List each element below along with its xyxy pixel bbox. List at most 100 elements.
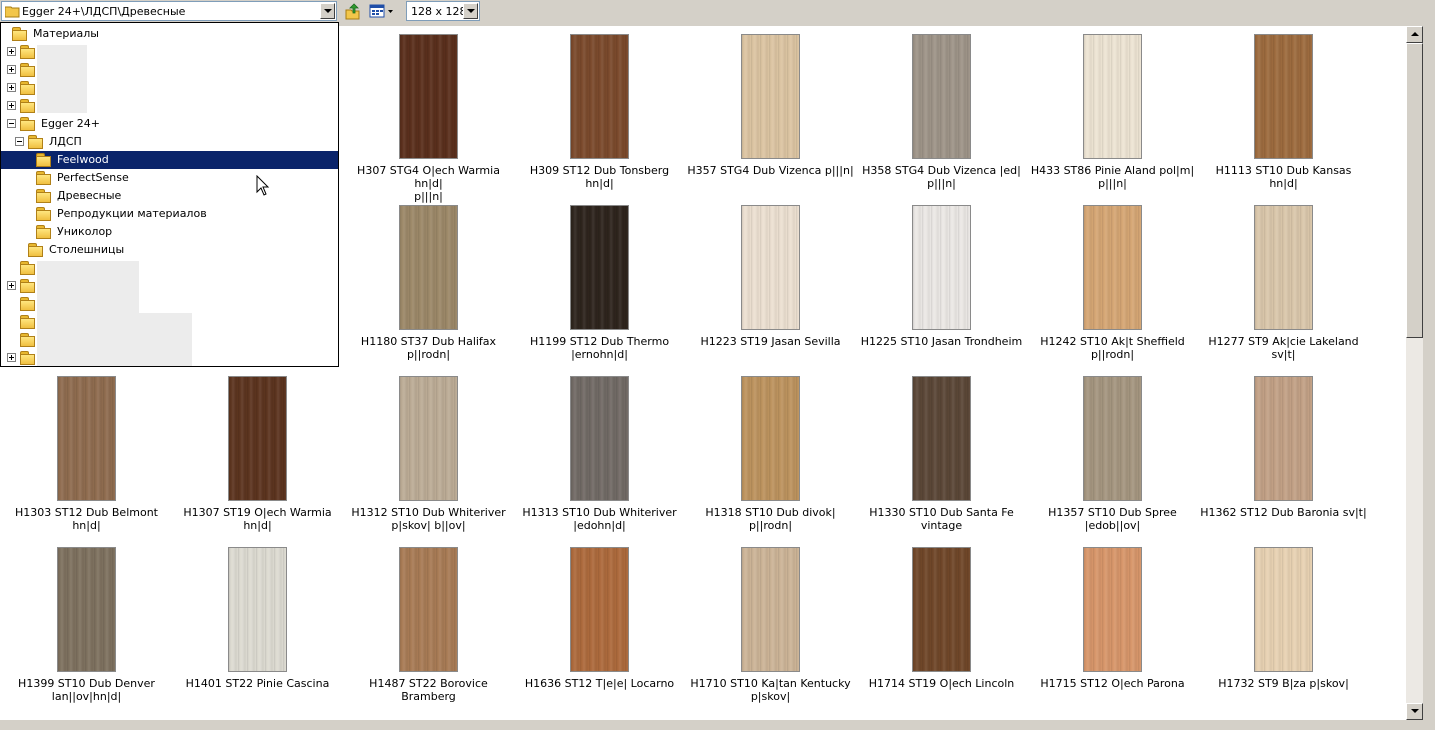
expand-plus-icon[interactable]	[7, 101, 16, 110]
folder-icon	[20, 333, 35, 347]
material-label: H357 STG4 Dub Vizenca p|||n|	[687, 164, 854, 177]
material-label: H1318 ST10 Dub divok| p||rodn|	[705, 506, 836, 532]
material-swatch	[741, 376, 800, 501]
material-label: H1180 ST37 Dub Halifax p||rodn|	[360, 335, 497, 361]
thumbnail-size-value: 128 x 128	[411, 5, 467, 18]
material-label: H1313 ST10 Dub Whiteriver |edohn|d|	[522, 506, 677, 532]
material-label: H1303 ST12 Dub Belmont hn|d|	[15, 506, 158, 532]
material-tile[interactable]: H1242 ST10 Ak|t Sheffield p||rodn|	[1027, 197, 1198, 368]
mouse-cursor-icon	[256, 175, 270, 196]
material-tile[interactable]: H1715 ST12 O|ech Parona	[1027, 539, 1198, 710]
tree-item[interactable]: Репродукции материалов	[1, 205, 338, 223]
material-swatch	[1254, 547, 1313, 672]
material-tile[interactable]: H309 ST12 Dub Tonsberg hn|d|	[514, 26, 685, 197]
tree-item-label: Feelwood	[57, 153, 109, 166]
material-swatch	[741, 205, 800, 330]
material-swatch	[1254, 205, 1313, 330]
material-label: H358 STG4 Dub Vizenca |ed| p|||n|	[862, 164, 1021, 190]
folder-icon	[12, 27, 27, 41]
expand-plus-icon[interactable]	[7, 83, 16, 92]
tree-item[interactable]: Материалы	[1, 25, 338, 43]
material-tile[interactable]: H1357 ST10 Dub Spree |edob||ov|	[1027, 368, 1198, 539]
folder-icon	[20, 315, 35, 329]
material-tile[interactable]: H1113 ST10 Dub Kansas hn|d|	[1198, 26, 1369, 197]
material-tile[interactable]: H358 STG4 Dub Vizenca |ed| p|||n|	[856, 26, 1027, 197]
size-dropdown-arrow-icon[interactable]	[463, 3, 478, 19]
material-tile[interactable]: H1313 ST10 Dub Whiteriver |edohn|d|	[514, 368, 685, 539]
scroll-up-icon[interactable]	[1406, 26, 1423, 43]
folder-icon	[20, 261, 35, 275]
path-combobox[interactable]: Egger 24+\ЛДСП\Древесные	[1, 1, 337, 21]
material-tile[interactable]: H1362 ST12 Dub Baronia sv|t|	[1198, 368, 1369, 539]
tree-item[interactable]: Feelwood	[1, 151, 338, 169]
material-tile[interactable]: H1199 ST12 Dub Thermo |ernohn|d|	[514, 197, 685, 368]
material-swatch	[741, 34, 800, 159]
material-tile[interactable]: H1223 ST19 Jasan Sevilla	[685, 197, 856, 368]
material-tile[interactable]: H433 ST86 Pinie Aland pol|m| p|||n|	[1027, 26, 1198, 197]
material-tile[interactable]: H357 STG4 Dub Vizenca p|||n|	[685, 26, 856, 197]
material-tile[interactable]: H1180 ST37 Dub Halifax p||rodn|	[343, 197, 514, 368]
tree-item-label: Столешницы	[49, 243, 125, 256]
material-label: H1715 ST12 O|ech Parona	[1040, 677, 1185, 690]
tree-item[interactable]: Столешницы	[1, 241, 338, 259]
folder-icon	[36, 171, 51, 185]
material-swatch	[570, 376, 629, 501]
tree-item-label: ЛДСП	[49, 135, 82, 148]
material-tile[interactable]: H1225 ST10 Jasan Trondheim	[856, 197, 1027, 368]
tree-item[interactable]: PerfectSense	[1, 169, 338, 187]
folder-icon	[20, 351, 35, 365]
material-tile[interactable]: H1732 ST9 B|za p|skov|	[1198, 539, 1369, 710]
up-folder-button[interactable]	[344, 2, 362, 20]
material-swatch	[399, 205, 458, 330]
material-label: H1636 ST12 T|e|e| Locarno	[524, 677, 675, 690]
folder-icon	[20, 45, 35, 59]
tree-item[interactable]: Униколор	[1, 223, 338, 241]
folder-icon	[20, 117, 35, 131]
folder-tree-dropdown[interactable]: Материалы Egger 24+ ЛДСП Feelwood PerfectSen…	[0, 22, 339, 367]
status-strip	[0, 720, 1435, 730]
material-swatch	[1254, 376, 1313, 501]
material-tile[interactable]: H1330 ST10 Dub Santa Fe vintage	[856, 368, 1027, 539]
folder-icon	[20, 63, 35, 77]
material-tile[interactable]: H1399 ST10 Dub Denver lan||ov|hn|d|	[1, 539, 172, 710]
material-tile[interactable]: H1710 ST10 Ka|tan Kentucky p|skov|	[685, 539, 856, 710]
material-tile[interactable]: H1636 ST12 T|e|e| Locarno	[514, 539, 685, 710]
view-mode-button[interactable]	[368, 2, 396, 20]
expand-plus-icon[interactable]	[7, 47, 16, 56]
material-tile[interactable]: H1401 ST22 Pinie Cascina	[172, 539, 343, 710]
material-label: H1242 ST10 Ak|t Sheffield p||rodn|	[1040, 335, 1185, 361]
tree-item[interactable]: ЛДСП	[1, 133, 338, 151]
expand-plus-icon[interactable]	[7, 281, 16, 290]
expand-plus-icon[interactable]	[7, 353, 16, 362]
material-swatch	[1083, 205, 1142, 330]
material-tile[interactable]: H1307 ST19 O|ech Warmia hn|d|	[172, 368, 343, 539]
material-label: H309 ST12 Dub Tonsberg hn|d|	[529, 164, 670, 190]
tree-item[interactable]: Древесные	[1, 187, 338, 205]
material-swatch	[1083, 34, 1142, 159]
material-swatch	[399, 547, 458, 672]
collapse-minus-icon[interactable]	[15, 137, 24, 146]
material-swatch	[570, 34, 629, 159]
expand-plus-icon[interactable]	[7, 65, 16, 74]
collapse-minus-icon[interactable]	[7, 119, 16, 128]
scroll-down-icon[interactable]	[1406, 703, 1423, 720]
folder-icon	[5, 6, 20, 18]
material-tile[interactable]: H1277 ST9 Ak|cie Lakeland sv|t|	[1198, 197, 1369, 368]
material-swatch	[57, 376, 116, 501]
scrollbar-thumb[interactable]	[1406, 43, 1423, 338]
tree-item-label: PerfectSense	[57, 171, 129, 184]
material-tile[interactable]: H307 STG4 O|ech Warmia hn|d| p|||n|	[343, 26, 514, 203]
material-tile[interactable]: H1312 ST10 Dub Whiteriver p|skov| b||ov|	[343, 368, 514, 539]
material-tile[interactable]: H1318 ST10 Dub divok| p||rodn|	[685, 368, 856, 539]
material-tile[interactable]: H1714 ST19 O|ech Lincoln	[856, 539, 1027, 710]
material-swatch	[1254, 34, 1313, 159]
path-dropdown-arrow-icon[interactable]	[320, 3, 335, 19]
tree-item-label: Униколор	[57, 225, 113, 238]
vertical-scrollbar[interactable]	[1406, 26, 1423, 720]
thumbnail-size-combobox[interactable]: 128 x 128	[406, 1, 480, 21]
material-label: H1714 ST19 O|ech Lincoln	[868, 677, 1015, 690]
tree-item[interactable]: Egger 24+	[1, 115, 338, 133]
material-swatch	[912, 205, 971, 330]
material-tile[interactable]: H1303 ST12 Dub Belmont hn|d|	[1, 368, 172, 539]
material-tile[interactable]: H1487 ST22 Borovice Bramberg	[343, 539, 514, 710]
